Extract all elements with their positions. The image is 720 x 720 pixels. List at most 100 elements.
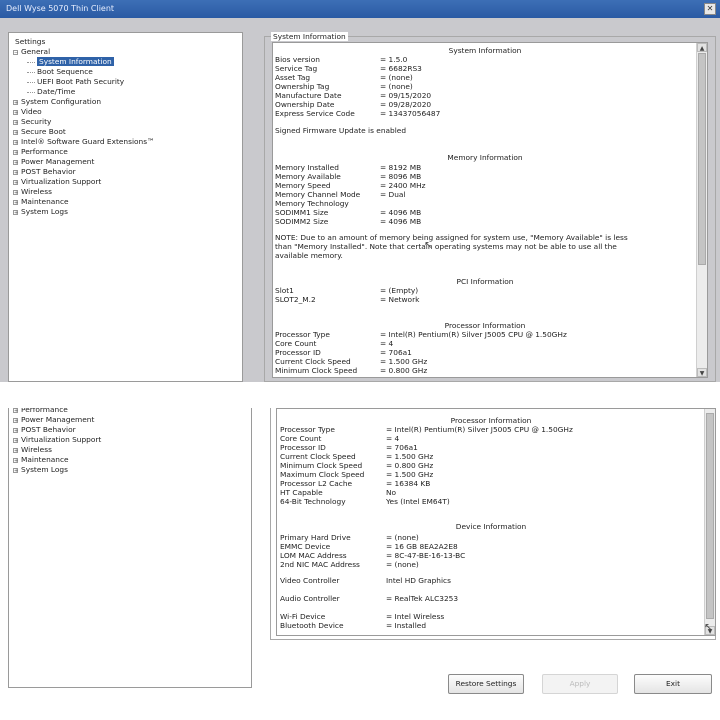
expand-icon[interactable]: + xyxy=(13,99,18,105)
tree-item-post-behavior[interactable]: + POST Behavior xyxy=(13,167,76,177)
vertical-scrollbar[interactable]: ▲ ▼ xyxy=(696,43,707,377)
tree-item-virtualization-support[interactable]: + Virtualization Support xyxy=(13,435,101,445)
expand-icon[interactable]: + xyxy=(13,199,18,205)
settings-tree-scrolled: + Performance + Power Management + POST Behav… xyxy=(8,408,252,688)
tree-item-label: System Configuration xyxy=(21,97,102,106)
scroll-up-icon[interactable]: ▲ xyxy=(697,43,707,52)
tree-item-maintenance[interactable]: + Maintenance xyxy=(13,455,69,465)
info-key: Manufacture Date xyxy=(275,91,342,100)
tree-item-maintenance[interactable]: + Maintenance xyxy=(13,197,69,207)
info-value: = Intel(R) Pentium(R) Silver J5005 CPU @… xyxy=(380,330,567,339)
expand-icon[interactable]: + xyxy=(13,119,18,125)
tree-connector xyxy=(27,91,35,93)
info-note: Signed Firmware Update is enabled xyxy=(275,126,407,135)
info-key: SODIMM1 Size xyxy=(275,208,329,217)
apply-button[interactable]: Apply xyxy=(542,674,618,694)
expand-icon[interactable]: + xyxy=(13,417,18,423)
tree-item-security[interactable]: + Security xyxy=(13,117,51,127)
tree-item-video[interactable]: + Video xyxy=(13,107,42,117)
expand-icon[interactable]: + xyxy=(13,457,18,463)
info-key: Ownership Date xyxy=(275,100,335,109)
tree-item-general[interactable]: − General xyxy=(13,47,50,57)
info-value: = 8192 MB xyxy=(380,163,422,172)
expand-icon[interactable]: + xyxy=(13,109,18,115)
mouse-cursor-icon: ↖ xyxy=(704,622,713,633)
tree-item-power-management[interactable]: + Power Management xyxy=(13,415,94,425)
info-value: = (none) xyxy=(386,533,419,542)
info-value: = 09/28/2020 xyxy=(380,100,432,109)
info-value: = (none) xyxy=(386,560,419,569)
scroll-down-icon[interactable]: ▼ xyxy=(697,368,707,377)
info-key: Processor Type xyxy=(275,330,330,339)
tree-item-wireless[interactable]: + Wireless xyxy=(13,445,52,455)
expand-icon[interactable]: + xyxy=(13,437,18,443)
info-key: EMMC Device xyxy=(280,542,331,551)
tree-item-performance[interactable]: + Performance xyxy=(13,147,68,157)
info-key: Primary Hard Drive xyxy=(280,533,351,542)
info-value: Intel HD Graphics xyxy=(386,576,451,585)
vertical-scrollbar-scrolled[interactable]: ▼ xyxy=(704,409,715,635)
tree-item-label: Secure Boot xyxy=(21,127,66,136)
info-key: Current Clock Speed xyxy=(275,357,351,366)
tree-item-uefi-boot-path-security[interactable]: UEFI Boot Path Security xyxy=(27,77,124,87)
info-value: = 8C-47-BE-16-13-BC xyxy=(386,551,466,560)
tree-item-power-management[interactable]: + Power Management xyxy=(13,157,94,167)
scroll-thumb[interactable] xyxy=(706,413,714,619)
info-key: Ownership Tag xyxy=(275,82,330,91)
expand-icon[interactable]: + xyxy=(13,467,18,473)
expand-icon[interactable]: + xyxy=(13,169,18,175)
info-value: = 0.800 GHz xyxy=(386,461,434,470)
tree-root-settings[interactable]: Settings xyxy=(15,37,45,47)
settings-tree: Settings − General System Information Boo… xyxy=(8,32,243,382)
tree-item-wireless[interactable]: + Wireless xyxy=(13,187,52,197)
tree-item-label: General xyxy=(21,47,51,56)
scroll-thumb[interactable] xyxy=(698,53,706,265)
tree-item-label: Intel® Software Guard Extensions™ xyxy=(21,137,155,146)
close-window-button[interactable]: ✕ xyxy=(704,3,716,15)
info-key: Core Count xyxy=(280,434,322,443)
collapse-icon[interactable]: − xyxy=(13,49,18,55)
tree-item-system-logs[interactable]: + System Logs xyxy=(13,207,68,217)
info-value: = (none) xyxy=(380,73,413,82)
expand-icon[interactable]: + xyxy=(13,149,18,155)
info-key: HT Capable xyxy=(280,488,323,497)
tree-item-virtualization-support[interactable]: + Virtualization Support xyxy=(13,177,101,187)
info-key: Minimum Clock Speed xyxy=(275,366,358,375)
info-key: Memory Technology xyxy=(275,199,349,208)
info-key: Memory Channel Mode xyxy=(275,190,361,199)
info-key: 2nd NIC MAC Address xyxy=(280,560,360,569)
expand-icon[interactable]: + xyxy=(13,159,18,165)
expand-icon[interactable]: + xyxy=(13,179,18,185)
info-value: = 8096 MB xyxy=(380,172,422,181)
tree-item-intel-software-guard-extensions[interactable]: + Intel® Software Guard Extensions™ xyxy=(13,137,154,147)
tree-item-system-information[interactable]: System Information xyxy=(27,57,114,67)
mouse-cursor-icon: ↖ xyxy=(424,240,433,251)
section-title: Device Information xyxy=(455,522,527,531)
tree-connector xyxy=(27,81,35,83)
restore-settings-button[interactable]: Restore Settings xyxy=(448,674,524,694)
tree-item-boot-sequence[interactable]: Boot Sequence xyxy=(27,67,93,77)
expand-icon[interactable]: + xyxy=(13,408,18,413)
section-title: System Information xyxy=(448,46,522,55)
info-key: Express Service Code xyxy=(275,109,355,118)
info-value: Yes (Intel EM64T) xyxy=(386,497,450,506)
tree-item-system-configuration[interactable]: + System Configuration xyxy=(13,97,101,107)
expand-icon[interactable]: + xyxy=(13,209,18,215)
window-title: Dell Wyse 5070 Thin Client xyxy=(6,4,115,13)
info-key: Asset Tag xyxy=(275,73,311,82)
expand-icon[interactable]: + xyxy=(13,139,18,145)
exit-button[interactable]: Exit xyxy=(634,674,712,694)
tree-item-date-time[interactable]: Date/Time xyxy=(27,87,75,97)
info-value: = Network xyxy=(380,295,420,304)
tree-item-label: Boot Sequence xyxy=(37,67,93,76)
info-key: Video Controller xyxy=(280,576,340,585)
expand-icon[interactable]: + xyxy=(13,129,18,135)
expand-icon[interactable]: + xyxy=(13,447,18,453)
expand-icon[interactable]: + xyxy=(13,189,18,195)
info-value: = 4 xyxy=(380,339,394,348)
tree-item-post-behavior[interactable]: + POST Behavior xyxy=(13,425,76,435)
expand-icon[interactable]: + xyxy=(13,427,18,433)
tree-item-secure-boot[interactable]: + Secure Boot xyxy=(13,127,66,137)
tree-item-system-logs[interactable]: + System Logs xyxy=(13,465,68,475)
tree-item-performance[interactable]: + Performance xyxy=(13,408,68,415)
